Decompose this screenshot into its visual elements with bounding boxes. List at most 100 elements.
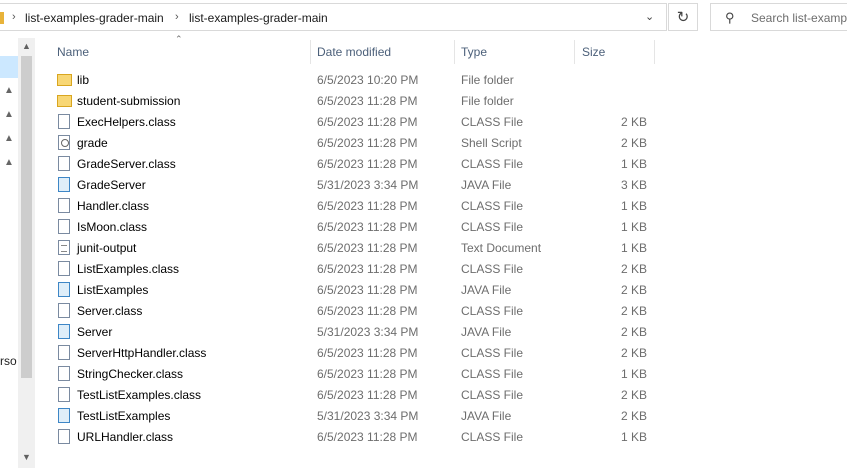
navigation-pane[interactable]: ▲ ▲ ▲ ▲ rso xyxy=(0,38,18,468)
breadcrumb-separator: › xyxy=(175,11,179,23)
file-row[interactable]: grade 6/5/2023 11:28 PM Shell Script 2 KB xyxy=(52,133,657,154)
file-row[interactable]: ListExamples.class 6/5/2023 11:28 PM CLASS… xyxy=(52,259,657,280)
column-divider[interactable] xyxy=(310,40,311,64)
file-java-icon xyxy=(58,408,70,423)
column-divider[interactable] xyxy=(574,40,575,64)
file-row[interactable]: ExecHelpers.class 6/5/2023 11:28 PM CLASS … xyxy=(52,112,657,133)
file-date-modified: 6/5/2023 11:28 PM xyxy=(317,283,418,297)
column-divider[interactable] xyxy=(454,40,455,64)
file-row[interactable]: student-submission 6/5/2023 11:28 PM File … xyxy=(52,91,657,112)
column-divider[interactable] xyxy=(654,40,655,64)
file-size: 2 KB xyxy=(620,136,647,150)
breadcrumb-separator: › xyxy=(12,11,16,23)
file-name: grade xyxy=(77,136,108,150)
file-name: Server xyxy=(77,325,113,339)
file-size: 2 KB xyxy=(620,115,647,129)
file-size: 2 KB xyxy=(620,283,647,297)
breadcrumb-item[interactable]: list-examples-grader-main xyxy=(25,11,164,25)
scroll-thumb[interactable] xyxy=(21,56,32,378)
file-class-icon xyxy=(58,366,70,381)
file-size: 2 KB xyxy=(620,388,647,402)
chevron-down-icon[interactable]: ⌄ xyxy=(645,10,654,23)
file-type: CLASS File xyxy=(461,157,524,171)
column-header-type[interactable]: Type xyxy=(461,45,487,59)
file-class-icon xyxy=(58,198,70,213)
pin-icon: ▲ xyxy=(4,109,14,120)
file-type: CLASS File xyxy=(461,262,524,276)
column-header-date-modified[interactable]: Date modified xyxy=(317,45,391,59)
file-class-icon xyxy=(58,114,70,129)
breadcrumb-item[interactable]: list-examples-grader-main xyxy=(189,11,328,25)
file-row[interactable]: GradeServer 5/31/2023 3:34 PM JAVA File 3 K… xyxy=(52,175,657,196)
search-icon: ⚲ xyxy=(725,10,735,25)
file-type: CLASS File xyxy=(461,388,524,402)
nav-selected-item[interactable] xyxy=(0,56,18,78)
file-date-modified: 6/5/2023 11:28 PM xyxy=(317,241,418,255)
file-class-icon xyxy=(58,219,70,234)
file-name: Server.class xyxy=(77,304,143,318)
file-size: 2 KB xyxy=(620,409,647,423)
file-type: File folder xyxy=(461,94,514,108)
file-name: GradeServer xyxy=(77,178,146,192)
file-row[interactable]: Server.class 6/5/2023 11:28 PM CLASS File 2… xyxy=(52,301,657,322)
file-java-icon xyxy=(58,282,70,297)
file-row[interactable]: junit-output 6/5/2023 11:28 PM Text Docume… xyxy=(52,238,657,259)
file-row[interactable]: Handler.class 6/5/2023 11:28 PM CLASS File… xyxy=(52,196,657,217)
file-size: 1 KB xyxy=(620,430,647,444)
file-size: 1 KB xyxy=(620,241,647,255)
address-bar[interactable]: › list-examples-grader-main › list-examp… xyxy=(0,3,667,31)
file-date-modified: 6/5/2023 11:28 PM xyxy=(317,115,418,129)
file-row[interactable]: StringChecker.class 6/5/2023 11:28 PM CLAS… xyxy=(52,364,657,385)
nav-scrollbar[interactable]: ▲ ▼ xyxy=(18,38,35,468)
file-type: JAVA File xyxy=(461,325,512,339)
file-class-icon xyxy=(58,156,70,171)
file-row[interactable]: URLHandler.class 6/5/2023 11:28 PM CLASS F… xyxy=(52,427,657,448)
file-date-modified: 6/5/2023 11:28 PM xyxy=(317,136,418,150)
file-folder-icon xyxy=(57,95,72,107)
file-row[interactable]: TestListExamples.class 6/5/2023 11:28 PM C… xyxy=(52,385,657,406)
file-date-modified: 6/5/2023 11:28 PM xyxy=(317,304,418,318)
file-date-modified: 6/5/2023 11:28 PM xyxy=(317,346,418,360)
file-class-icon xyxy=(58,261,70,276)
nav-item-label-partial[interactable]: rso xyxy=(0,354,17,368)
file-java-icon xyxy=(58,324,70,339)
file-date-modified: 6/5/2023 11:28 PM xyxy=(317,94,418,108)
file-type: JAVA File xyxy=(461,409,512,423)
file-name: ServerHttpHandler.class xyxy=(77,346,207,360)
file-name: StringChecker.class xyxy=(77,367,184,381)
file-type: CLASS File xyxy=(461,220,524,234)
file-row[interactable]: IsMoon.class 6/5/2023 11:28 PM CLASS File 1… xyxy=(52,217,657,238)
scroll-down-arrow-icon[interactable]: ▼ xyxy=(22,452,31,462)
search-box[interactable]: ⚲ Search list-exampl xyxy=(710,3,847,31)
file-row[interactable]: Server 5/31/2023 3:34 PM JAVA File 2 KB xyxy=(52,322,657,343)
file-row[interactable]: GradeServer.class 6/5/2023 11:28 PM CLASS … xyxy=(52,154,657,175)
file-text-icon xyxy=(58,240,70,255)
pin-icon: ▲ xyxy=(4,85,14,96)
folder-icon xyxy=(0,12,4,24)
file-name: IsMoon.class xyxy=(77,220,148,234)
file-date-modified: 6/5/2023 11:28 PM xyxy=(317,220,418,234)
file-name: junit-output xyxy=(77,241,137,255)
file-script-icon xyxy=(58,135,70,150)
file-class-icon xyxy=(58,387,70,402)
file-row[interactable]: ServerHttpHandler.class 6/5/2023 11:28 PM… xyxy=(52,343,657,364)
file-name: TestListExamples.class xyxy=(77,388,202,402)
refresh-button[interactable]: ↻ xyxy=(668,3,698,31)
file-size: 2 KB xyxy=(620,325,647,339)
file-size: 1 KB xyxy=(620,199,647,213)
pin-icon: ▲ xyxy=(4,157,14,168)
file-row[interactable]: lib 6/5/2023 10:20 PM File folder xyxy=(52,70,657,91)
column-header-name[interactable]: Name xyxy=(57,45,89,59)
file-type: JAVA File xyxy=(461,178,512,192)
file-size: 1 KB xyxy=(620,157,647,171)
file-type: Shell Script xyxy=(461,136,522,150)
file-type: File folder xyxy=(461,73,514,87)
file-date-modified: 6/5/2023 11:28 PM xyxy=(317,262,418,276)
column-header-size[interactable]: Size xyxy=(582,45,605,59)
scroll-up-arrow-icon[interactable]: ▲ xyxy=(22,41,31,51)
file-size: 2 KB xyxy=(620,346,647,360)
file-row[interactable]: TestListExamples 5/31/2023 3:34 PM JAVA Fi… xyxy=(52,406,657,427)
file-class-icon xyxy=(58,429,70,444)
file-date-modified: 6/5/2023 11:28 PM xyxy=(317,157,418,171)
file-row[interactable]: ListExamples 6/5/2023 11:28 PM JAVA File 2 … xyxy=(52,280,657,301)
